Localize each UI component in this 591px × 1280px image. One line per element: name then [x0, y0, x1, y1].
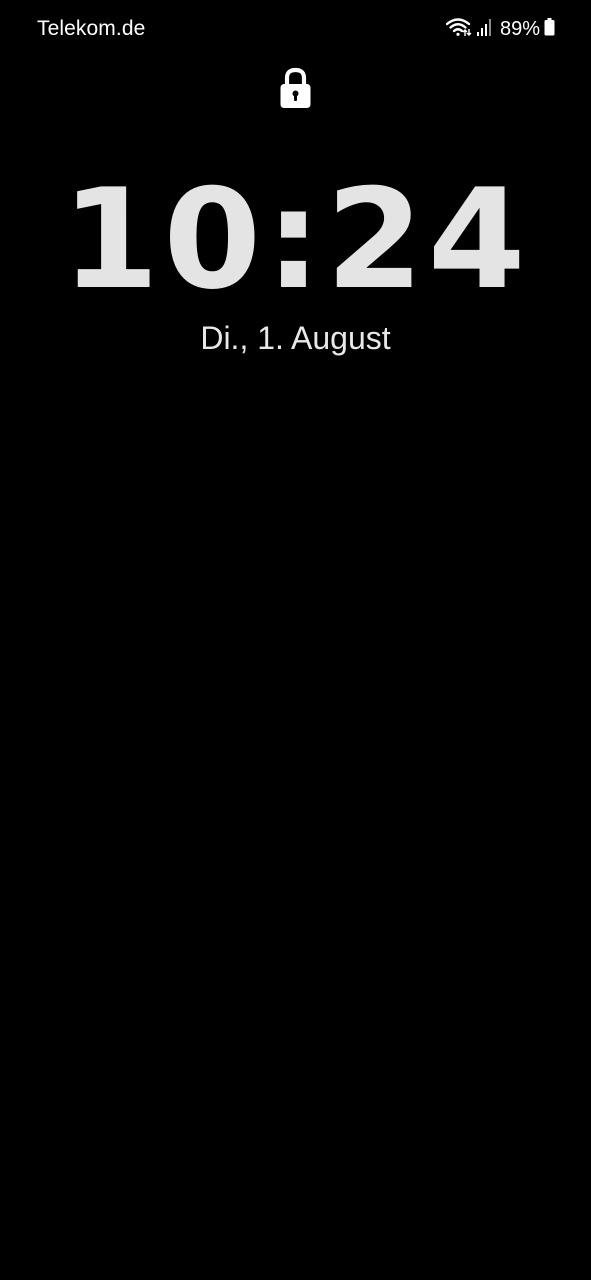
lock-screen-date: Di., 1. August: [200, 320, 391, 356]
status-icons: 89%: [445, 16, 555, 42]
battery-icon: [544, 17, 555, 41]
battery-percentage: 89%: [499, 18, 540, 40]
cellular-signal-icon: [476, 17, 494, 42]
lock-screen-clock: 10:24: [61, 159, 530, 320]
carrier-name: Telekom.de: [37, 17, 146, 40]
wifi-icon: [445, 17, 472, 42]
status-bar: Telekom.de 89%: [0, 0, 591, 58]
lock-icon[interactable]: [279, 67, 312, 110]
